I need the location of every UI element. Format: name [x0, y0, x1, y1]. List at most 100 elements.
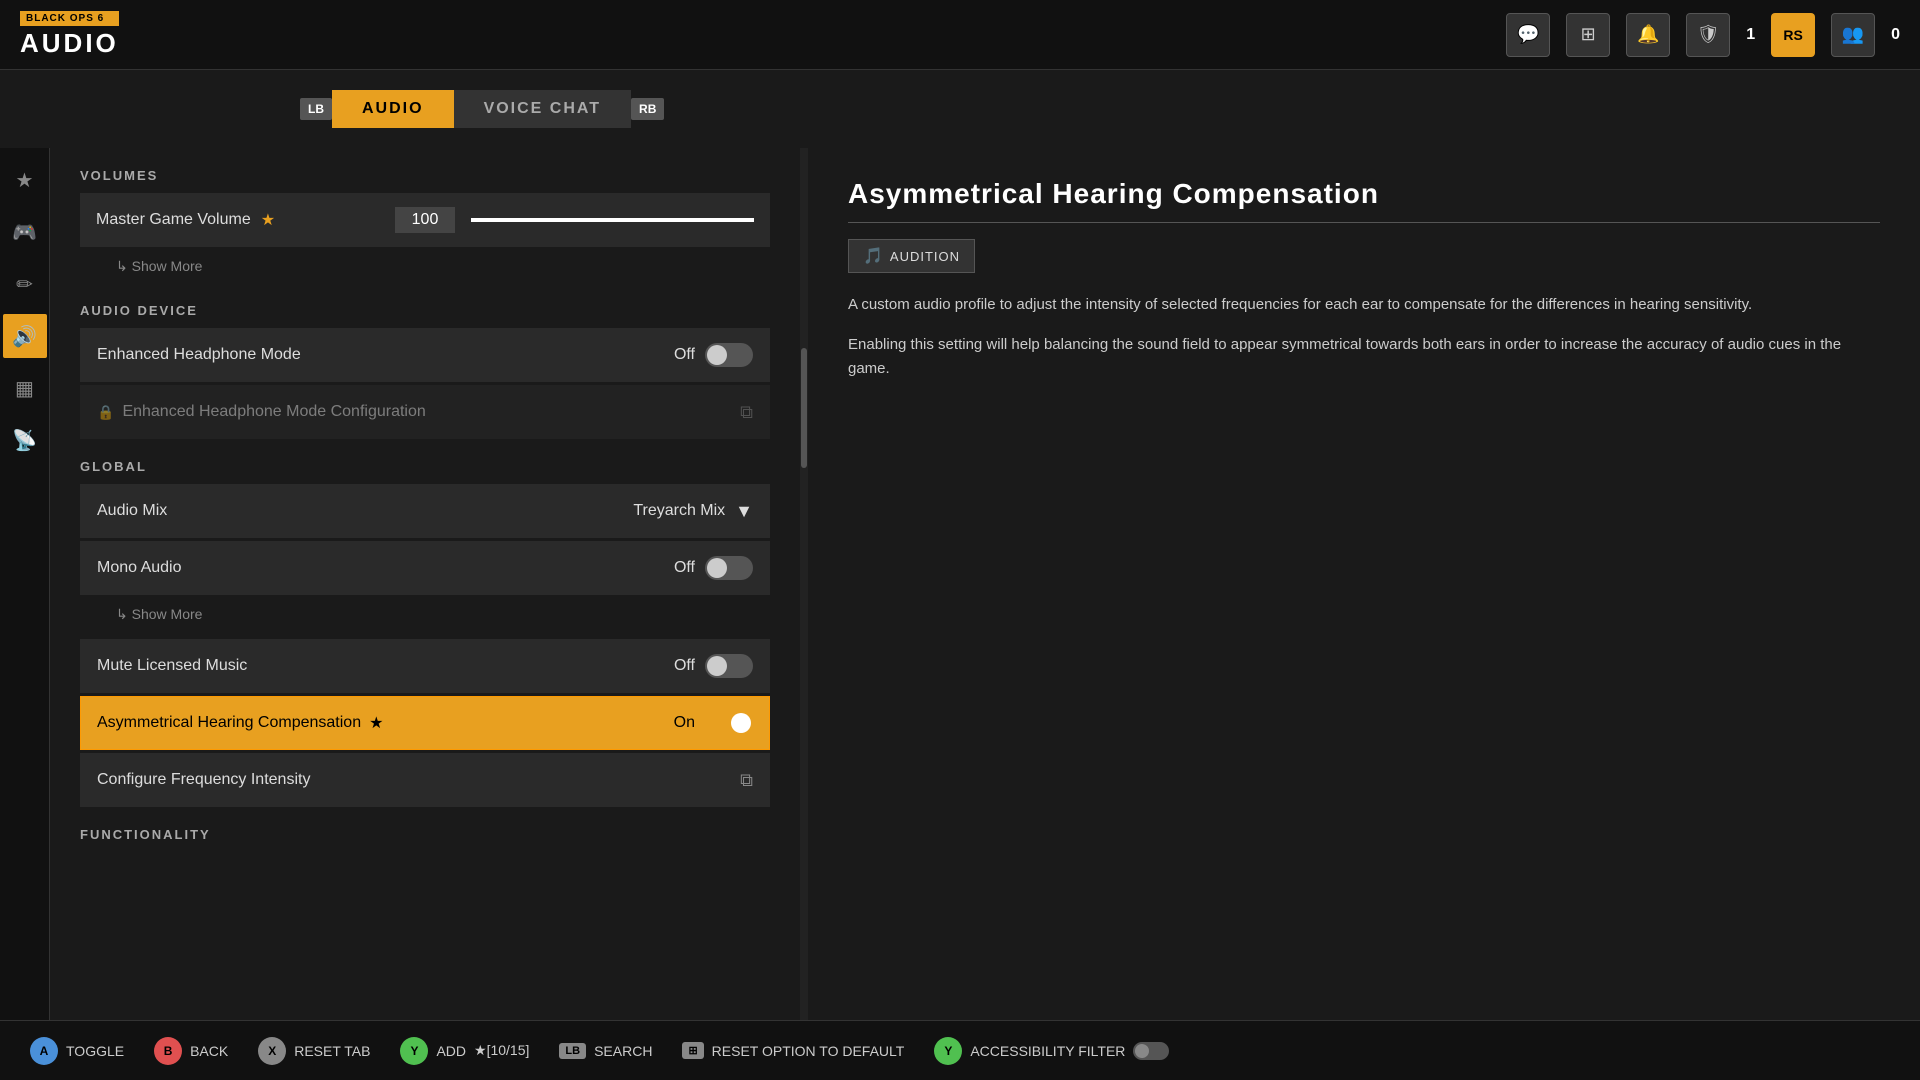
info-description-1: A custom audio profile to adjust the int…: [848, 293, 1880, 317]
info-badge: 🎵 AUDITION: [848, 239, 975, 273]
add-count: ★[10/15]: [474, 1042, 529, 1059]
asymmetrical-star: ★: [369, 713, 383, 733]
section-volumes-title: VOLUMES: [80, 168, 770, 183]
info-panel-title: Asymmetrical Hearing Compensation: [848, 178, 1880, 223]
toggle-action[interactable]: A TOGGLE: [30, 1037, 124, 1065]
chat-icon-button[interactable]: 💬: [1506, 13, 1550, 57]
enhanced-headphone-value: Off: [674, 343, 753, 367]
master-volume-slider[interactable]: [471, 218, 754, 222]
asymmetrical-toggle[interactable]: [705, 711, 753, 735]
accessibility-thumb: [1135, 1044, 1149, 1058]
add-action[interactable]: Y ADD ★[10/15]: [400, 1037, 529, 1065]
a-button: A: [30, 1037, 58, 1065]
mute-licensed-toggle[interactable]: [705, 654, 753, 678]
configure-frequency-row[interactable]: Configure Frequency Intensity ⧉: [80, 753, 770, 807]
left-bumper-label: LB: [300, 98, 332, 120]
settings-panel: VOLUMES Master Game Volume ★ 100 ↳ Show …: [50, 148, 800, 1028]
info-panel: Asymmetrical Hearing Compensation 🎵 AUDI…: [808, 148, 1920, 1028]
lb-small-label-2: ⊞: [682, 1042, 703, 1059]
mute-toggle-thumb: [707, 656, 727, 676]
game-logo: BLACK OPS 6: [20, 11, 119, 26]
notification-icon-button[interactable]: 🔔: [1626, 13, 1670, 57]
content-area: VOLUMES Master Game Volume ★ 100 ↳ Show …: [50, 148, 1920, 1028]
enhanced-headphone-config-value: ⧉: [740, 402, 753, 423]
page-title: AUDIO: [20, 28, 119, 59]
notification-count: 1: [1746, 26, 1755, 44]
audio-mix-label: Audio Mix: [97, 502, 633, 520]
asymmetrical-toggle-thumb: [731, 713, 751, 733]
right-bumper-label: RB: [631, 98, 664, 120]
audio-mix-row[interactable]: Audio Mix Treyarch Mix ▼: [80, 484, 770, 538]
enhanced-headphone-config-label: 🔒 Enhanced Headphone Mode Configuration: [97, 403, 740, 421]
asymmetrical-hearing-row[interactable]: Asymmetrical Hearing Compensation ★ On: [80, 696, 770, 750]
section-functionality-title: FUNCTIONALITY: [80, 827, 770, 842]
external-link-icon: ⧉: [740, 402, 753, 423]
search-action[interactable]: LB SEARCH: [559, 1043, 652, 1059]
tab-audio[interactable]: AUDIO: [332, 90, 454, 128]
global-show-more[interactable]: ↳ Show More: [80, 598, 770, 631]
mute-licensed-label: Mute Licensed Music: [97, 657, 674, 675]
toggle-label: TOGGLE: [66, 1043, 124, 1059]
info-description-2: Enabling this setting will help balancin…: [848, 333, 1880, 381]
mono-audio-label: Mono Audio: [97, 559, 674, 577]
lock-icon: 🔒: [97, 404, 114, 421]
configure-frequency-label: Configure Frequency Intensity: [97, 771, 740, 789]
friends-icon-button[interactable]: 👥: [1831, 13, 1875, 57]
x-button: X: [258, 1037, 286, 1065]
tab-navigation: LB AUDIO VOICE CHAT RB: [0, 70, 1920, 148]
asymmetrical-hearing-label: Asymmetrical Hearing Compensation ★: [97, 713, 674, 733]
info-badge-label: AUDITION: [890, 249, 960, 264]
accessibility-toggle[interactable]: [1133, 1042, 1169, 1060]
volume-slider-fill: [471, 218, 754, 222]
main-layout: ★ 🎮 ✏ 🔊 ▦ 📡 VOLUMES Master Game Volume ★…: [0, 148, 1920, 1028]
back-label: BACK: [190, 1043, 228, 1059]
sidebar-item-pencil[interactable]: ✏: [3, 262, 47, 306]
reset-option-action[interactable]: ⊞ RESET OPTION TO DEFAULT: [682, 1042, 904, 1059]
reset-option-label: RESET OPTION TO DEFAULT: [712, 1043, 905, 1059]
sidebar-item-controller[interactable]: 🎮: [3, 210, 47, 254]
sidebar: ★ 🎮 ✏ 🔊 ▦ 📡: [0, 148, 50, 1028]
search-label: SEARCH: [594, 1043, 652, 1059]
volumes-show-more[interactable]: ↳ Show More: [80, 250, 770, 283]
sidebar-item-audio[interactable]: 🔊: [3, 314, 47, 358]
profile-badge[interactable]: RS: [1771, 13, 1815, 57]
show-more-arrow-2: ↳: [116, 606, 132, 622]
reset-tab-action[interactable]: X RESET TAB: [258, 1037, 370, 1065]
friends-count: 0: [1891, 26, 1900, 44]
shield-icon-button[interactable]: 🛡: [1686, 13, 1730, 57]
scrollbar[interactable]: [800, 148, 808, 1028]
y-button-add: Y: [400, 1037, 428, 1065]
master-volume-star: ★: [261, 210, 275, 230]
back-action[interactable]: B BACK: [154, 1037, 228, 1065]
sidebar-item-network[interactable]: 📡: [3, 418, 47, 462]
asymmetrical-hearing-value: On: [674, 711, 753, 735]
header-icons: 💬 ⊞ 🔔 🛡 1 RS 👥 0: [1506, 13, 1900, 57]
enhanced-headphone-row[interactable]: Enhanced Headphone Mode Off: [80, 328, 770, 382]
section-global-title: GLOBAL: [80, 459, 770, 474]
sidebar-item-display[interactable]: ▦: [3, 366, 47, 410]
mono-audio-toggle[interactable]: [705, 556, 753, 580]
audio-mix-value: Treyarch Mix ▼: [633, 501, 753, 522]
b-button: B: [154, 1037, 182, 1065]
mono-audio-row[interactable]: Mono Audio Off: [80, 541, 770, 595]
sidebar-item-favorites[interactable]: ★: [3, 158, 47, 202]
mono-audio-value: Off: [674, 556, 753, 580]
accessibility-label: ACCESSIBILITY FILTER: [970, 1043, 1125, 1059]
toggle-thumb: [707, 345, 727, 365]
enhanced-headphone-toggle[interactable]: [705, 343, 753, 367]
reset-tab-label: RESET TAB: [294, 1043, 370, 1059]
scroll-thumb: [801, 348, 807, 468]
accessibility-action[interactable]: Y ACCESSIBILITY FILTER: [934, 1037, 1169, 1065]
chevron-down-icon: ▼: [735, 501, 753, 522]
enhanced-headphone-label: Enhanced Headphone Mode: [97, 346, 674, 364]
mute-licensed-row[interactable]: Mute Licensed Music Off: [80, 639, 770, 693]
section-audio-device-title: AUDIO DEVICE: [80, 303, 770, 318]
show-more-arrow: ↳: [116, 258, 132, 274]
mute-licensed-value: Off: [674, 654, 753, 678]
tab-voice-chat[interactable]: VOICE CHAT: [454, 90, 631, 128]
grid-icon-button[interactable]: ⊞: [1566, 13, 1610, 57]
configure-freq-external-icon: ⧉: [740, 770, 753, 791]
enhanced-headphone-config-row[interactable]: 🔒 Enhanced Headphone Mode Configuration …: [80, 385, 770, 439]
master-volume-row[interactable]: Master Game Volume ★ 100: [80, 193, 770, 247]
header: BLACK OPS 6 AUDIO 💬 ⊞ 🔔 🛡 1 RS 👥 0: [0, 0, 1920, 70]
